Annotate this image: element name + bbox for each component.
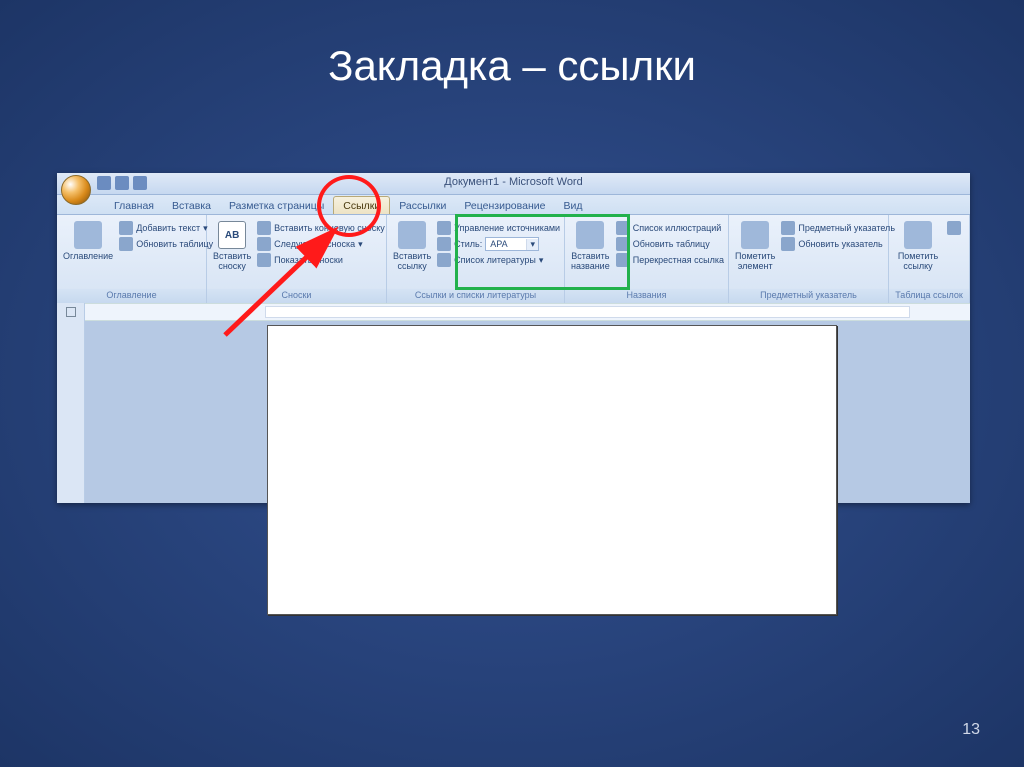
manage-sources-icon [437,221,451,235]
group-index: Пометить элемент Предметный указатель Об… [729,215,889,303]
mark-entry-icon [741,221,769,249]
update-toc-button[interactable]: Обновить таблицу [119,237,213,251]
update-captions-label: Обновить таблицу [633,239,710,249]
toa-extra-button[interactable] [947,221,961,235]
office-button[interactable] [61,175,91,205]
horizontal-ruler[interactable] [85,303,970,321]
crossref-button[interactable]: Перекрестная ссылка [616,253,724,267]
tab-home[interactable]: Главная [105,197,163,214]
index-icon [781,221,795,235]
update-icon [119,237,133,251]
add-text-button[interactable]: Добавить текст ▾ [119,221,213,235]
insert-caption-label: Вставить название [571,251,610,272]
update-index-button[interactable]: Обновить указатель [781,237,895,251]
mark-citation-button[interactable]: Пометить ссылку [893,217,943,276]
group-captions-label: Названия [565,289,728,303]
insert-footnote-label: Вставить сноску [213,251,251,272]
tab-references[interactable]: Ссылки [333,196,390,214]
bibliography-button[interactable]: Список литературы ▾ [437,253,560,267]
tab-mailings[interactable]: Рассылки [390,197,455,214]
mark-citation-icon [904,221,932,249]
chevron-down-icon: ▾ [526,239,538,250]
next-footnote-button[interactable]: Следующая сноска ▾ [257,237,385,251]
crossref-label: Перекрестная ссылка [633,255,724,265]
caption-icon [576,221,604,249]
insert-index-button[interactable]: Предметный указатель [781,221,895,235]
toa-icon [947,221,961,235]
insert-footnote-button[interactable]: AB Вставить сноску [211,217,253,276]
group-footnotes: AB Вставить сноску Вставить концевую сно… [207,215,387,303]
toc-icon [74,221,102,249]
figures-icon [616,221,630,235]
style-label: Стиль: [454,239,482,249]
next-footnote-icon [257,237,271,251]
toc-button-label: Оглавление [63,251,113,261]
window-titlebar: Документ1 - Microsoft Word [57,173,970,195]
show-notes-icon [257,253,271,267]
citation-icon [398,221,426,249]
update-toc-label: Обновить таблицу [136,239,213,249]
group-footnotes-label: Сноски [207,289,386,303]
bibliography-label: Список литературы [454,255,536,265]
add-text-label: Добавить текст [136,223,200,233]
bibliography-icon [437,253,451,267]
document-area [57,321,970,503]
toc-button[interactable]: Оглавление [61,217,115,265]
word-screenshot: Документ1 - Microsoft Word Главная Встав… [57,173,970,503]
mark-citation-label: Пометить ссылку [895,251,941,272]
tab-view[interactable]: Вид [554,197,591,214]
crossref-icon [616,253,630,267]
group-toc-label: Оглавление [57,289,206,303]
style-combo[interactable]: APA▾ [485,237,539,251]
group-toa-label: Таблица ссылок [889,289,969,303]
show-footnotes-button[interactable]: Показать сноски [257,253,385,267]
insert-caption-button[interactable]: Вставить название [569,217,612,276]
style-icon [437,237,451,251]
mark-index-entry-button[interactable]: Пометить элемент [733,217,777,276]
group-citations: Вставить ссылку Управление источниками С… [387,215,565,303]
ribbon-tabs: Главная Вставка Разметка страницы Ссылки… [57,195,970,215]
update-icon [616,237,630,251]
ribbon: Оглавление Добавить текст ▾ Обновить таб… [57,215,970,303]
group-index-label: Предметный указатель [729,289,888,303]
group-toa: Пометить ссылку Таблица ссылок [889,215,970,303]
show-footnotes-label: Показать сноски [274,255,343,265]
vertical-ruler[interactable] [57,321,85,503]
figures-list-button[interactable]: Список иллюстраций [616,221,724,235]
tab-stop-icon [66,307,76,317]
insert-citation-label: Вставить ссылку [393,251,431,272]
mark-entry-label: Пометить элемент [735,251,775,272]
ruler-row [57,303,970,321]
manage-sources-button[interactable]: Управление источниками [437,221,560,235]
slide-title: Закладка – ссылки [0,42,1024,90]
insert-endnote-button[interactable]: Вставить концевую сноску [257,221,385,235]
style-selector[interactable]: Стиль: APA▾ [437,237,560,251]
manage-sources-label: Управление источниками [454,223,560,233]
document-page[interactable] [267,325,837,615]
style-value: APA [486,239,526,249]
tab-page-layout[interactable]: Разметка страницы [220,197,333,214]
ruler-corner[interactable] [57,303,85,321]
group-toc: Оглавление Добавить текст ▾ Обновить таб… [57,215,207,303]
next-footnote-label: Следующая сноска [274,239,355,249]
slide-page-number: 13 [962,721,980,739]
figures-label: Список иллюстраций [633,223,722,233]
window-title: Документ1 - Microsoft Word [57,176,970,188]
tab-insert[interactable]: Вставка [163,197,220,214]
endnote-label: Вставить концевую сноску [274,223,385,233]
update-captions-button[interactable]: Обновить таблицу [616,237,724,251]
tab-review[interactable]: Рецензирование [455,197,554,214]
footnote-ab-icon: AB [218,221,246,249]
update-index-label: Обновить указатель [798,239,882,249]
insert-citation-button[interactable]: Вставить ссылку [391,217,433,276]
group-citations-label: Ссылки и списки литературы [387,289,564,303]
update-icon [781,237,795,251]
insert-index-label: Предметный указатель [798,223,895,233]
add-text-icon [119,221,133,235]
endnote-icon [257,221,271,235]
group-captions: Вставить название Список иллюстраций Обн… [565,215,729,303]
